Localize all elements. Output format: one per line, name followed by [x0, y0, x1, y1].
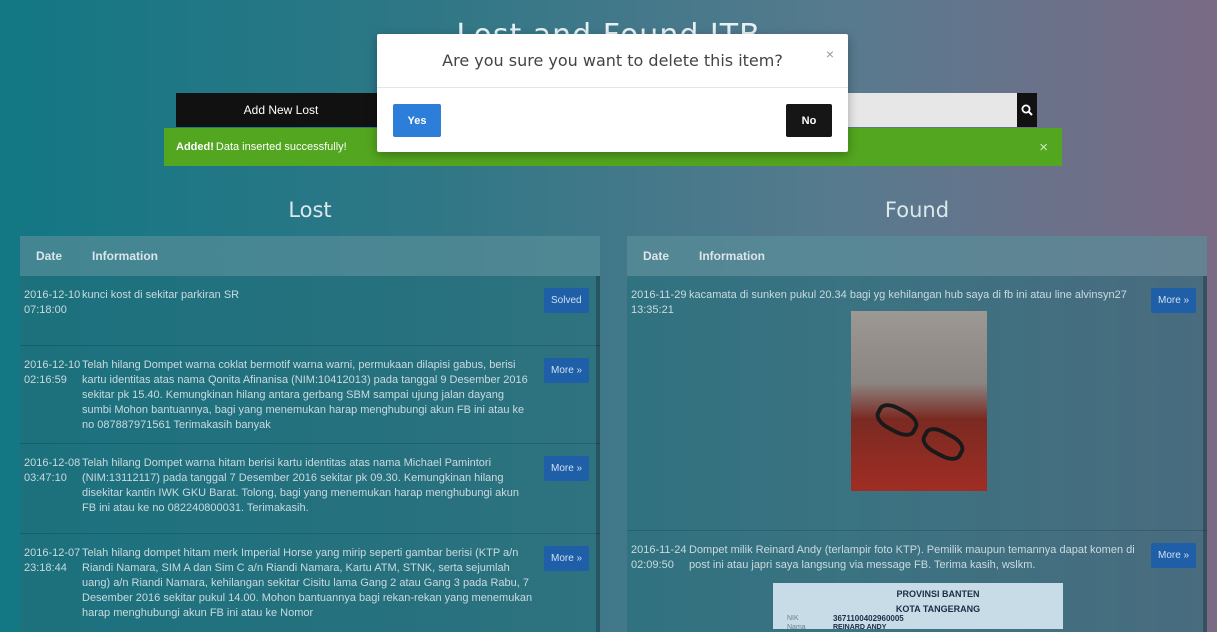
- page: Lost and Found ITB Add New Lost Added! D…: [0, 0, 1217, 632]
- row-date: 2016-12-10 07:18:00: [24, 289, 81, 316]
- search-icon: [1021, 104, 1033, 116]
- add-new-lost-button[interactable]: Add New Lost: [176, 93, 386, 127]
- ktp-name: REINARD ANDY: [833, 624, 887, 631]
- lost-table-header: Date Information: [20, 236, 600, 276]
- row-info: Dompet milik Reinard Andy (terlampir fot…: [689, 544, 1135, 571]
- row-info: Telah hilang Dompet warna hitam berisi k…: [82, 457, 519, 514]
- row-info: kunci kost di sekitar parkiran SR: [82, 289, 240, 301]
- table-row: 2016-12-10 02:16:59 Telah hilang Dompet …: [20, 346, 600, 444]
- glasses-photo[interactable]: [851, 311, 987, 491]
- row-info: kacamata di sunken pukul 20.34 bagi yg k…: [689, 289, 1127, 301]
- search-bar: [840, 93, 1037, 127]
- more-button[interactable]: More »: [1151, 543, 1197, 568]
- table-row: 2016-12-08 03:47:10 Telah hilang Dompet …: [20, 444, 600, 534]
- lost-date-header: Date: [36, 249, 63, 263]
- found-date-header: Date: [643, 249, 670, 263]
- more-button[interactable]: More »: [544, 456, 590, 481]
- lost-scrollbar[interactable]: [596, 276, 600, 632]
- row-date: 2016-12-10 02:16:59: [24, 359, 81, 386]
- row-date: 2016-11-24 02:09:50: [631, 544, 687, 571]
- no-button[interactable]: No: [786, 104, 832, 137]
- row-info: Telah hilang dompet hitam merk Imperial …: [82, 547, 533, 619]
- table-row: 2016-12-10 07:18:00 kunci kost di sekita…: [20, 276, 600, 346]
- more-button[interactable]: More »: [544, 358, 590, 383]
- modal-close-icon[interactable]: ×: [826, 46, 834, 62]
- more-button[interactable]: More »: [544, 546, 590, 571]
- lost-panel: Date Information 2016-12-10 07:18:00 kun…: [20, 236, 600, 632]
- ktp-city: KOTA TANGERANG: [895, 604, 981, 614]
- yes-button[interactable]: Yes: [393, 104, 441, 137]
- alert-bold: Added!: [176, 141, 214, 153]
- table-row: 2016-11-24 02:09:50 Dompet milik Reinard…: [627, 531, 1207, 632]
- ktp-name-label: Nama: [787, 624, 806, 631]
- table-row: 2016-11-29 13:35:21 kacamata di sunken p…: [627, 276, 1207, 531]
- solved-button[interactable]: Solved: [544, 288, 589, 313]
- found-table-header: Date Information: [627, 236, 1207, 276]
- delete-confirm-modal: Are you sure you want to delete this ite…: [377, 34, 848, 152]
- found-info-header: Information: [699, 249, 765, 263]
- found-title: Found: [884, 198, 950, 222]
- more-button[interactable]: More »: [1151, 288, 1197, 313]
- row-date: 2016-12-07 23:18:44: [24, 547, 81, 574]
- table-row: 2016-12-07 23:18:44 Telah hilang dompet …: [20, 534, 600, 632]
- alert-text: Data inserted successfully!: [215, 141, 347, 153]
- row-info: Telah hilang Dompet warna coklat bermoti…: [82, 359, 528, 431]
- lost-title: Lost: [288, 198, 332, 222]
- ktp-province: PROVINSI BANTEN: [896, 589, 980, 599]
- row-date: 2016-11-29 13:35:21: [631, 289, 687, 316]
- search-input[interactable]: [840, 93, 1017, 127]
- search-button[interactable]: [1017, 93, 1037, 127]
- alert-close-icon[interactable]: ×: [1039, 139, 1048, 156]
- found-scrollbar[interactable]: [1203, 276, 1207, 632]
- row-date: 2016-12-08 03:47:10: [24, 457, 81, 484]
- found-panel: Date Information 2016-11-29 13:35:21 kac…: [627, 236, 1207, 632]
- modal-title: Are you sure you want to delete this ite…: [377, 34, 848, 88]
- lost-info-header: Information: [92, 249, 158, 263]
- ktp-photo[interactable]: PROVINSI BANTEN KOTA TANGERANG NIK 36711…: [773, 583, 1063, 631]
